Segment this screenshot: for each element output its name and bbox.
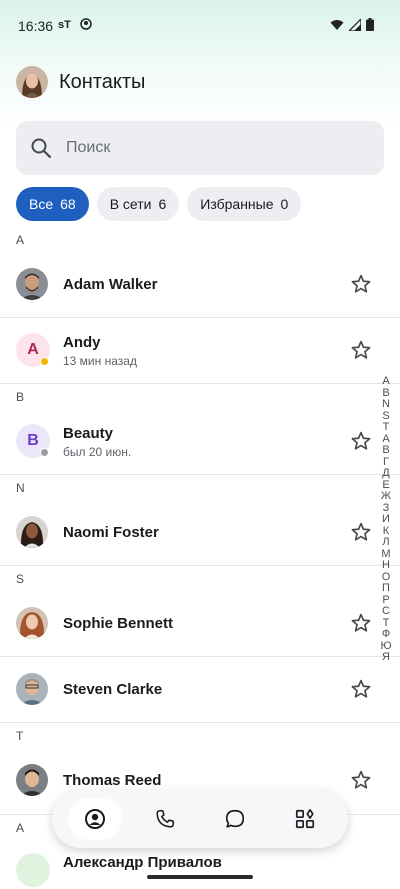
alphabet-index-letter[interactable]: N	[382, 398, 390, 411]
status-time: 16:36	[18, 18, 54, 34]
alphabet-index[interactable]: ABNSTАВГДЕЖЗИКЛМНОПРСТФЮЯ	[378, 375, 394, 664]
status-icons	[330, 18, 374, 31]
alphabet-index-letter[interactable]: В	[382, 444, 389, 457]
last-seen: был 20 июн.	[63, 445, 132, 459]
header: Контакты	[16, 66, 145, 98]
alphabet-index-letter[interactable]: И	[382, 513, 390, 526]
section-header: S	[16, 572, 25, 586]
battery-icon	[366, 18, 374, 31]
contact-photo-icon	[16, 516, 48, 548]
alphabet-index-letter[interactable]: T	[383, 421, 390, 434]
bottom-navigation	[52, 790, 348, 848]
home-indicator	[147, 875, 253, 879]
star-icon[interactable]	[350, 430, 372, 452]
search-bar[interactable]	[16, 121, 384, 175]
page-title: Контакты	[59, 70, 146, 93]
profile-photo-icon	[16, 66, 48, 98]
nav-apps[interactable]	[278, 798, 332, 840]
contact-photo-icon	[16, 764, 48, 796]
contact-photo-icon	[16, 607, 48, 639]
alphabet-index-letter[interactable]: Д	[382, 467, 389, 480]
avatar	[16, 516, 48, 548]
divider	[0, 474, 400, 475]
status-bar: 16:36 sT	[0, 0, 400, 50]
divider	[0, 383, 400, 384]
section-header: T	[16, 729, 24, 743]
contact-photo-icon	[16, 673, 48, 705]
contact-row[interactable]: B Beauty был 20 июн.	[0, 408, 400, 474]
search-icon	[31, 138, 52, 159]
contact-row[interactable]: Naomi Foster	[0, 499, 400, 565]
star-icon[interactable]	[350, 678, 372, 700]
alphabet-index-letter[interactable]: A	[382, 375, 389, 388]
wifi-icon	[330, 19, 344, 30]
status-carrier: sT	[58, 19, 71, 31]
filter-chips: Все 68 В сети 6 Избранные 0	[16, 187, 302, 221]
section-header: N	[16, 481, 25, 495]
contact-name: Sophie Bennett	[63, 615, 174, 632]
contact-name: Andy	[63, 334, 101, 351]
avatar	[16, 853, 50, 887]
profile-avatar[interactable]	[16, 66, 48, 98]
star-icon[interactable]	[350, 339, 372, 361]
star-icon[interactable]	[350, 612, 372, 634]
contact-name: Thomas Reed	[63, 772, 162, 789]
apps-icon	[295, 809, 315, 829]
avatar-initial: A	[27, 341, 39, 358]
alphabet-index-letter[interactable]: Я	[382, 651, 390, 664]
nav-contacts[interactable]	[68, 798, 122, 840]
star-icon[interactable]	[350, 769, 372, 791]
contact-name: Adam Walker	[63, 276, 158, 293]
contacts-icon	[85, 809, 105, 829]
contact-name: Beauty	[63, 425, 114, 442]
last-seen: 13 мин назад	[63, 354, 137, 368]
alphabet-index-letter[interactable]: П	[382, 582, 390, 595]
chip-label: Избранные	[200, 196, 274, 212]
star-icon[interactable]	[350, 273, 372, 295]
alphabet-index-letter[interactable]: Н	[382, 559, 390, 572]
avatar	[16, 607, 48, 639]
filter-chip-online[interactable]: В сети 6	[96, 187, 180, 221]
filter-chip-favorites[interactable]: Избранные 0	[187, 187, 302, 221]
avatar	[16, 673, 48, 705]
signal-icon	[349, 18, 361, 31]
section-header: A	[16, 233, 25, 247]
section-header: A	[16, 821, 25, 835]
filter-chip-all[interactable]: Все 68	[16, 187, 89, 221]
divider	[0, 565, 400, 566]
chat-icon	[225, 809, 245, 828]
notification-app-icon	[80, 18, 92, 30]
section-header: B	[16, 390, 25, 404]
contact-photo-icon	[16, 268, 48, 300]
alphabet-index-letter[interactable]: С	[382, 605, 390, 618]
nav-chats[interactable]	[208, 798, 262, 840]
contact-row[interactable]: Adam Walker	[0, 252, 400, 317]
divider	[0, 722, 400, 723]
contacts-screen: 16:36 sT Контакты Поиск Все 68 В сети 6 …	[0, 0, 400, 889]
chip-count: 68	[60, 196, 76, 212]
contact-row[interactable]: A Andy 13 мин назад	[0, 318, 400, 383]
status-dot-offline	[40, 448, 49, 457]
avatar	[16, 764, 48, 796]
chip-label: В сети	[109, 196, 152, 212]
avatar	[16, 268, 48, 300]
search-input[interactable]	[66, 133, 366, 163]
phone-icon	[156, 809, 175, 828]
star-icon[interactable]	[350, 521, 372, 543]
contact-row[interactable]: Sophie Bennett	[0, 590, 400, 656]
chip-count: 6	[158, 196, 167, 212]
alphabet-index-letter[interactable]: Ж	[381, 490, 391, 503]
nav-calls[interactable]	[138, 798, 192, 840]
alphabet-index-letter[interactable]: Л	[382, 536, 389, 549]
contact-name: Naomi Foster	[63, 524, 159, 541]
chip-label: Все	[29, 196, 54, 212]
contact-row[interactable]: Steven Clarke	[0, 657, 400, 722]
status-dot-away	[40, 357, 49, 366]
contact-name: Steven Clarke	[63, 681, 163, 698]
alphabet-index-letter[interactable]: Ф	[382, 628, 390, 641]
chip-count: 0	[280, 196, 289, 212]
contact-name: Александр Привалов	[63, 854, 222, 871]
avatar-initial: B	[27, 432, 39, 449]
